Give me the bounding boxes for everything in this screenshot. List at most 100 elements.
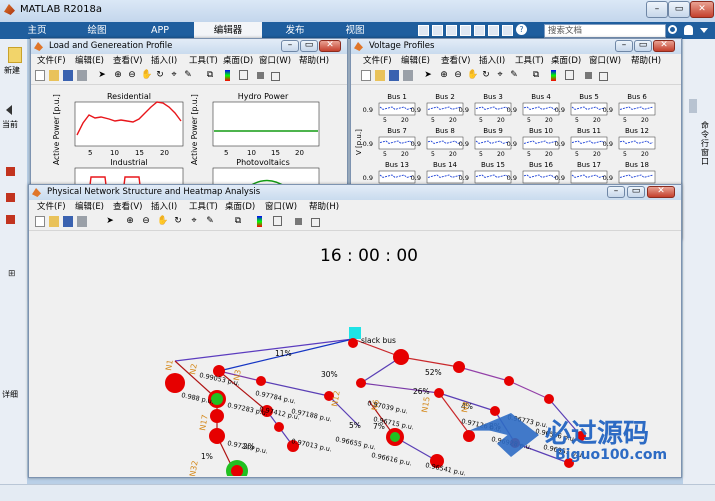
switch-windows-icon[interactable] — [502, 25, 513, 36]
open-file-icon[interactable] — [49, 70, 59, 81]
pan-icon[interactable]: ✋ — [467, 70, 478, 81]
tab-view[interactable]: 视图 — [330, 22, 380, 39]
maximize-button[interactable]: ▭ — [300, 40, 318, 52]
colorbar-icon[interactable] — [225, 70, 230, 81]
save-icon[interactable] — [63, 70, 73, 81]
tab-home[interactable]: 主页 — [12, 22, 62, 39]
menu-help[interactable]: 帮助(H) — [631, 54, 661, 68]
rotate-icon[interactable]: ↻ — [173, 216, 183, 227]
pointer-icon[interactable]: ➤ — [105, 216, 115, 227]
new-figure-icon[interactable] — [361, 70, 371, 81]
close-button[interactable]: ✕ — [690, 1, 714, 18]
rotate-icon[interactable]: ↻ — [481, 70, 491, 81]
minimize-button[interactable]: – — [281, 40, 299, 52]
pointer-icon[interactable]: ➤ — [423, 70, 433, 81]
open-file-icon[interactable] — [375, 70, 385, 81]
menu-view[interactable]: 查看(V) — [113, 200, 142, 214]
rotate-icon[interactable]: ↻ — [155, 70, 165, 81]
close-button[interactable]: ✕ — [319, 40, 341, 52]
menu-help[interactable]: 帮助(H) — [309, 200, 339, 214]
menu-window[interactable]: 窗口(W) — [589, 54, 621, 68]
expand-icon[interactable]: ⊞ — [8, 269, 16, 279]
open-file-icon[interactable] — [49, 216, 59, 227]
redo-icon[interactable] — [488, 25, 499, 36]
show-tools-icon[interactable] — [271, 72, 280, 81]
search-documentation-input[interactable]: 搜索文档 — [544, 24, 666, 38]
new-script-icon[interactable] — [8, 47, 22, 63]
zoom-in-icon[interactable]: ⊕ — [439, 70, 449, 81]
zoom-out-icon[interactable]: ⊖ — [453, 70, 463, 81]
legend-icon[interactable] — [565, 70, 574, 80]
save-icon[interactable] — [418, 25, 429, 36]
menu-window[interactable]: 窗口(W) — [265, 200, 297, 214]
pan-icon[interactable]: ✋ — [157, 216, 168, 227]
menu-insert[interactable]: 插入(I) — [479, 54, 505, 68]
paste-icon[interactable] — [460, 25, 471, 36]
brush-icon[interactable]: ✎ — [183, 70, 193, 81]
copy-icon[interactable] — [446, 25, 457, 36]
menu-edit[interactable]: 编辑(E) — [75, 54, 104, 68]
menu-tools[interactable]: 工具(T) — [189, 200, 218, 214]
close-button[interactable]: ✕ — [653, 40, 675, 52]
menu-desktop[interactable]: 桌面(D) — [223, 54, 253, 68]
menu-view[interactable]: 查看(V) — [441, 54, 470, 68]
menu-file[interactable]: 文件(F) — [363, 54, 392, 68]
legend-icon[interactable] — [273, 216, 282, 226]
hide-tools-icon[interactable] — [295, 218, 302, 225]
colorbar-icon[interactable] — [551, 70, 556, 81]
undo-icon[interactable] — [474, 25, 485, 36]
maximize-button[interactable]: ▭ — [668, 1, 690, 18]
colorbar-icon[interactable] — [257, 216, 262, 227]
menu-desktop[interactable]: 桌面(D) — [551, 54, 581, 68]
tab-editor[interactable]: 编辑器 — [194, 22, 262, 39]
help-icon[interactable]: ? — [516, 24, 527, 35]
new-figure-icon[interactable] — [35, 70, 45, 81]
bell-icon[interactable] — [684, 25, 693, 35]
menu-file[interactable]: 文件(F) — [37, 54, 66, 68]
new-figure-icon[interactable] — [35, 216, 45, 227]
minimize-button[interactable]: – — [615, 40, 633, 52]
zoom-in-icon[interactable]: ⊕ — [125, 216, 135, 227]
tab-publish[interactable]: 发布 — [270, 22, 320, 39]
save-icon[interactable] — [63, 216, 73, 227]
show-tools-icon[interactable] — [311, 218, 320, 227]
scrollbar-thumb[interactable] — [689, 99, 697, 113]
zoom-out-icon[interactable]: ⊖ — [127, 70, 137, 81]
tab-plots[interactable]: 绘图 — [72, 22, 122, 39]
minimize-button[interactable]: – — [607, 186, 625, 198]
menu-insert[interactable]: 插入(I) — [151, 54, 177, 68]
data-cursor-icon[interactable]: ⌖ — [189, 216, 199, 227]
brush-icon[interactable]: ✎ — [509, 70, 519, 81]
save-icon[interactable] — [389, 70, 399, 81]
menu-edit[interactable]: 编辑(E) — [401, 54, 430, 68]
tab-apps[interactable]: APP — [135, 22, 185, 39]
zoom-in-icon[interactable]: ⊕ — [113, 70, 123, 81]
chevron-down-icon[interactable] — [700, 28, 708, 33]
print-icon[interactable] — [77, 70, 87, 81]
data-cursor-icon[interactable]: ⌖ — [169, 70, 179, 81]
menu-edit[interactable]: 编辑(E) — [75, 200, 104, 214]
minimize-button[interactable]: – — [646, 1, 668, 18]
print-icon[interactable] — [403, 70, 413, 81]
menu-tools[interactable]: 工具(T) — [515, 54, 544, 68]
command-window-tab[interactable]: 命令行窗口 — [701, 121, 711, 166]
menu-view[interactable]: 查看(V) — [113, 54, 142, 68]
menu-file[interactable]: 文件(F) — [37, 200, 66, 214]
brush-icon[interactable]: ✎ — [205, 216, 215, 227]
back-arrow-icon[interactable] — [6, 105, 12, 115]
maximize-button[interactable]: ▭ — [627, 186, 645, 198]
close-button[interactable]: ✕ — [647, 186, 675, 198]
hide-tools-icon[interactable] — [257, 72, 264, 79]
link-plot-icon[interactable]: ⧉ — [205, 70, 215, 81]
link-plot-icon[interactable]: ⧉ — [531, 70, 541, 81]
menu-desktop[interactable]: 桌面(D) — [225, 200, 255, 214]
menu-help[interactable]: 帮助(H) — [299, 54, 329, 68]
zoom-out-icon[interactable]: ⊖ — [141, 216, 151, 227]
menu-tools[interactable]: 工具(T) — [189, 54, 218, 68]
print-icon[interactable] — [77, 216, 87, 227]
maximize-button[interactable]: ▭ — [634, 40, 652, 52]
search-icon[interactable] — [668, 25, 677, 34]
menu-insert[interactable]: 插入(I) — [151, 200, 177, 214]
show-tools-icon[interactable] — [599, 72, 608, 81]
data-cursor-icon[interactable]: ⌖ — [495, 70, 505, 81]
